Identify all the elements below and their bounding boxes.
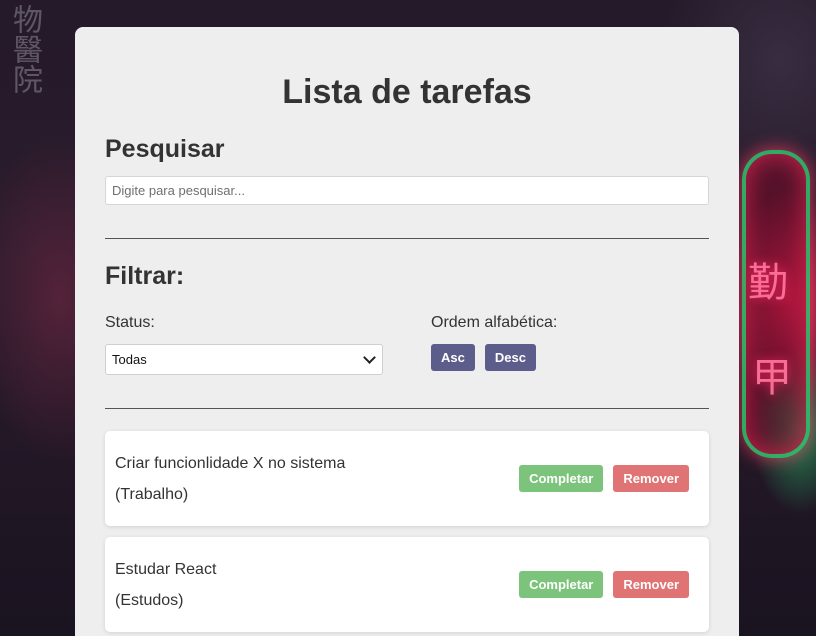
todo-card: Lista de tarefas Pesquisar Filtrar: Stat… xyxy=(75,27,739,636)
divider xyxy=(105,408,709,409)
status-label: Status: xyxy=(105,314,155,331)
task-info: Estudar React (Estudos) xyxy=(115,554,216,616)
task-info: Criar funcionlidade X no sistema (Trabal… xyxy=(115,448,345,510)
search-section-title: Pesquisar xyxy=(105,135,225,163)
task-list: Criar funcionlidade X no sistema (Trabal… xyxy=(105,431,709,632)
background-sign-left: 物醫院 xyxy=(7,4,42,94)
status-filter: Status: Todas xyxy=(105,314,431,375)
status-select-value: Todas xyxy=(112,352,147,367)
order-label: Ordem alfabética: xyxy=(431,314,558,331)
remove-button[interactable]: Remover xyxy=(613,571,689,598)
chevron-down-icon xyxy=(363,351,376,364)
task-text: Estudar React xyxy=(115,560,217,578)
task-text: Criar funcionlidade X no sistema xyxy=(115,454,346,472)
task-category: (Estudos) xyxy=(115,591,184,609)
task-item: Estudar React (Estudos) Completar Remove… xyxy=(105,537,709,632)
complete-button[interactable]: Completar xyxy=(519,571,604,598)
task-item: Criar funcionlidade X no sistema (Trabal… xyxy=(105,431,709,526)
filter-section-title: Filtrar: xyxy=(105,262,185,290)
task-actions: Completar Remover xyxy=(519,571,689,598)
alphabetical-order-filter: Ordem alfabética: Asc Desc xyxy=(431,314,709,375)
divider xyxy=(105,238,709,239)
complete-button[interactable]: Completar xyxy=(519,465,604,492)
sort-buttons: Asc Desc xyxy=(431,344,709,371)
filter-row: Status: Todas Ordem alfabética: Asc Desc xyxy=(105,314,709,375)
sort-desc-button[interactable]: Desc xyxy=(484,344,536,371)
background-neon-glyph: 甲 xyxy=(752,355,792,401)
sort-asc-button[interactable]: Asc xyxy=(431,344,475,371)
search-input[interactable] xyxy=(105,176,709,205)
page-title: Lista de tarefas xyxy=(282,73,532,111)
status-select[interactable]: Todas xyxy=(105,344,383,375)
task-category: (Trabalho) xyxy=(115,485,189,503)
task-actions: Completar Remover xyxy=(519,465,689,492)
background-neon-glyph: 勤 xyxy=(748,260,788,306)
remove-button[interactable]: Remover xyxy=(613,465,689,492)
